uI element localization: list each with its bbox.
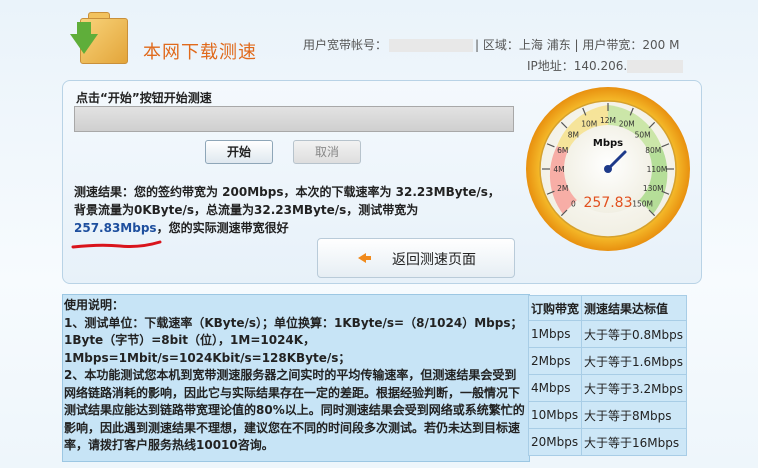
rate-table: 订购带宽 测速结果达标值 1Mbps 大于等于0.8Mbps 2Mbps 大于等于1…	[527, 295, 688, 456]
gauge-tick-label: 8M	[568, 130, 579, 139]
gauge-tick-label: 50M	[635, 130, 651, 139]
back-button-label: 返回测速页面	[392, 252, 476, 268]
result-line1: 测速结果：您的签约带宽为 200Mbps，本次的下载速率为 32.23MByte…	[74, 185, 500, 199]
gauge-tick-label: 4M	[553, 165, 564, 174]
row-bandwidth: 1Mbps	[527, 320, 583, 348]
gauge-tick-label: 6M	[557, 146, 568, 155]
row-standard: 大于等于16Mbps	[581, 428, 688, 456]
row-standard: 大于等于0.8Mbps	[581, 320, 688, 348]
gauge-tick-label: 2M	[557, 184, 568, 193]
row-bandwidth: 4Mbps	[527, 374, 583, 402]
row-standard: 大于等于1.6Mbps	[581, 347, 688, 375]
result-line2: 背景流量为0KByte/s，总流量为32.23MByte/s，测试带宽为	[74, 203, 419, 217]
row-bandwidth: 10Mbps	[527, 401, 583, 429]
start-button[interactable]: 开始	[205, 140, 273, 164]
cancel-button[interactable]: 取消	[293, 140, 361, 164]
gauge-tick-label: 0	[571, 200, 576, 209]
table-row: 2Mbps 大于等于1.6Mbps	[527, 347, 688, 375]
test-prompt: 点击“开始”按钮开始测速	[76, 91, 212, 105]
instructions-heading: 使用说明：	[64, 298, 125, 312]
row-standard: 大于等于8Mbps	[581, 401, 688, 429]
header-bandwidth: 订购带宽	[527, 295, 583, 321]
table-row: 1Mbps 大于等于0.8Mbps	[527, 320, 688, 348]
ip-label: IP地址：140.206.	[527, 59, 628, 73]
result-comment: ，您的实际测速带宽很好	[156, 221, 289, 235]
row-standard: 大于等于3.2Mbps	[581, 374, 688, 402]
ip-info: IP地址：140.206.	[527, 57, 684, 74]
progress-bar	[74, 106, 514, 132]
gauge-tick-label: 10M	[581, 120, 597, 129]
page: 本网下载测速 用户宽带帐号： | 区域：上海 浦东 | 用户带宽：200 M IP…	[0, 0, 758, 468]
gauge-value: 257.83	[584, 195, 633, 211]
result-line3: 257.83Mbps，您的实际测速带宽很好	[74, 219, 524, 237]
instructions-p2: 2、本功能测试您本机到宽带测速服务器之间实时的平均传输速率，但测速结果会受到网络…	[64, 368, 525, 452]
ip-mask	[627, 60, 684, 73]
instructions-p1: 1、测试单位：下载速率（KByte/s）；单位换算：1KByte/s=（8/10…	[64, 315, 523, 365]
gauge-tick-label: 12M	[600, 116, 616, 125]
gauge-tick-label: 130M	[643, 184, 664, 193]
speed-gauge: 02M 4M 6M8M10M 12M 20M50M 80M 110M 130M 150M Mbp…	[526, 87, 690, 251]
rate-table-header: 订购带宽 测速结果达标值	[527, 295, 688, 321]
test-result: 测速结果：您的签约带宽为 200Mbps，本次的下载速率为 32.23MByte…	[74, 183, 524, 237]
account-info: 用户宽带帐号： | 区域：上海 浦东 | 用户带宽：200 M	[303, 36, 679, 53]
instructions: 使用说明： 1、测试单位：下载速率（KByte/s）；单位换算：1KByte/s…	[64, 297, 528, 455]
page-title: 本网下载测速	[143, 42, 257, 63]
gauge-tick-label: 80M	[645, 146, 661, 155]
account-mask	[389, 39, 474, 52]
header-standard: 测速结果达标值	[581, 295, 688, 321]
row-bandwidth: 2Mbps	[527, 347, 583, 375]
result-speed: 257.83Mbps	[74, 221, 157, 235]
table-row: 10Mbps 大于等于8Mbps	[527, 401, 688, 429]
row-bandwidth: 20Mbps	[527, 428, 583, 456]
gauge-unit: Mbps	[593, 138, 623, 149]
region-bandwidth: | 区域：上海 浦东 | 用户带宽：200 M	[475, 38, 680, 52]
red-underline-mark	[71, 240, 162, 249]
back-to-test-button[interactable]: 返回测速页面	[317, 238, 515, 278]
gauge-tick-label: 150M	[632, 200, 653, 209]
account-label: 用户宽带帐号：	[303, 38, 388, 52]
gauge-tick-label: 110M	[647, 165, 668, 174]
gauge-tick-label: 20M	[619, 120, 635, 129]
download-folder-icon	[66, 12, 132, 70]
table-row: 4Mbps 大于等于3.2Mbps	[527, 374, 688, 402]
table-row: 20Mbps 大于等于16Mbps	[527, 428, 688, 456]
